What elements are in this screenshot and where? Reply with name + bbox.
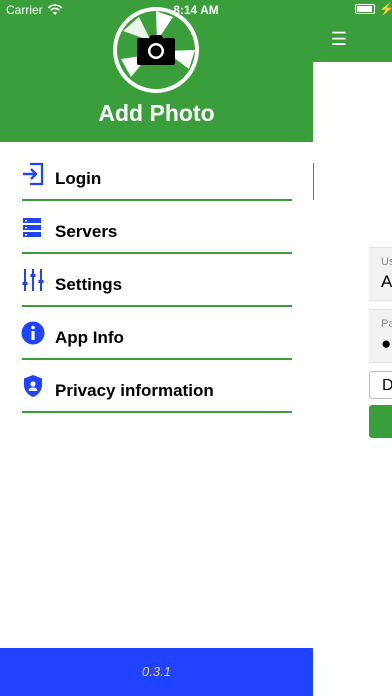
menu-item-servers[interactable]: Servers	[0, 201, 292, 254]
menu-divider	[22, 411, 292, 413]
menu-item-login[interactable]: Login	[0, 148, 292, 201]
menu-item-settings[interactable]: Settings	[0, 254, 292, 307]
battery-icon	[355, 4, 375, 14]
hamburger-menu-icon[interactable]: ☰	[329, 29, 349, 49]
password-field[interactable]: Pa ●	[369, 309, 392, 363]
app-version: 0.3.1	[142, 664, 171, 679]
password-value: ●	[381, 334, 392, 353]
menu-item-label: Login	[55, 169, 102, 188]
login-icon	[21, 162, 45, 186]
clock: 8:14 AM	[173, 3, 219, 17]
servers-icon	[21, 215, 45, 239]
background-login-button[interactable]	[369, 405, 392, 438]
charging-bolt-icon: ⚡	[379, 2, 392, 16]
settings-sliders-icon	[21, 268, 45, 292]
drawer-title: Add Photo	[98, 100, 215, 126]
menu-item-label: Privacy information	[55, 381, 214, 400]
status-bar: Carrier 8:14 AM ⚡	[0, 0, 392, 20]
server-select[interactable]: D	[369, 371, 392, 399]
privacy-shield-icon	[21, 374, 45, 398]
username-label: Us	[381, 256, 392, 268]
username-value: A	[381, 272, 392, 291]
drawer-header: Add Photo	[0, 0, 313, 142]
drawer-footer: 0.3.1	[0, 648, 313, 696]
navigation-drawer: Add Photo Login Servers Settings App Inf…	[0, 0, 313, 696]
password-label: Pa	[381, 318, 392, 330]
camera-icon	[137, 35, 175, 65]
menu-item-app-info[interactable]: App Info	[0, 307, 292, 360]
info-icon	[21, 321, 45, 345]
menu-item-label: Settings	[55, 275, 123, 294]
menu-item-label: App Info	[55, 328, 124, 347]
username-field[interactable]: Us A	[369, 247, 392, 301]
menu-item-label: Servers	[55, 222, 118, 241]
menu-item-privacy-information[interactable]: Privacy information	[0, 360, 292, 413]
aperture-logo-icon	[117, 11, 195, 89]
server-select-value: D	[382, 377, 392, 395]
